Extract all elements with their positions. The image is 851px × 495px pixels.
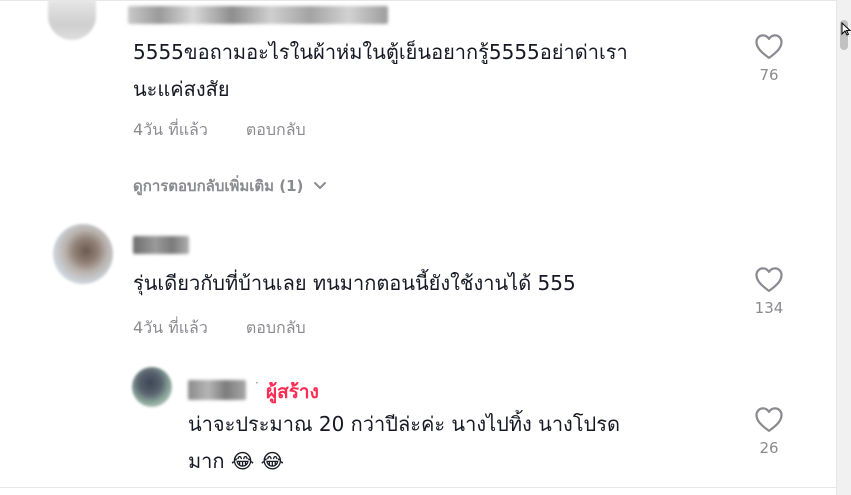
reply-text-line1: น่าจะประมาณ 20 กว่าปีล่ะค่ะ นางไปทิ้ง นา… — [188, 412, 620, 436]
chevron-down-icon — [314, 182, 327, 189]
heart-outline-icon[interactable] — [754, 32, 784, 60]
comment-2-time: 4วัน ที่แล้ว — [133, 318, 208, 337]
comment-1-avatar[interactable] — [48, 0, 96, 40]
reply-text-line2: มาก 😂 😂 — [188, 449, 284, 473]
view-more-replies-button[interactable]: ดูการตอบกลับเพิ่มเติม (1) — [133, 174, 327, 198]
heart-outline-icon[interactable] — [754, 405, 784, 433]
comment-2-like: 134 — [739, 265, 799, 317]
comment-1-text: 5555ขอถามอะไรในผ้าห่มในตู้เย็นอยากรู้555… — [133, 34, 628, 108]
reply-avatar[interactable] — [132, 367, 172, 407]
comment-1-reply-button[interactable]: ตอบกลับ — [246, 118, 306, 143]
heart-outline-icon[interactable] — [754, 265, 784, 293]
comment-2-reply-button[interactable]: ตอบกลับ — [246, 316, 306, 341]
reply-username-blurred[interactable] — [188, 380, 246, 400]
comment-2-text: รุ่นเดียวกับที่บ้านเลย ทนมากตอนนี้ยังใช้… — [133, 265, 576, 302]
comment-2-avatar[interactable] — [53, 224, 113, 284]
comment-1-text-line1: 5555ขอถามอะไรในผ้าห่มในตู้เย็นอยากรู้555… — [133, 40, 628, 64]
reply-username-separator: · — [255, 376, 259, 390]
comment-2-meta: 4วัน ที่แล้ว ตอบกลับ — [133, 316, 306, 341]
bottom-divider — [0, 487, 837, 488]
comment-2-username-blurred[interactable] — [133, 236, 189, 254]
top-divider — [0, 0, 837, 1]
view-more-replies-label: ดูการตอบกลับเพิ่มเติม (1) — [133, 177, 304, 195]
comment-1-time: 4วัน ที่แล้ว — [133, 120, 208, 139]
creator-badge: ผู้สร้าง — [266, 381, 319, 403]
reply-text: น่าจะประมาณ 20 กว่าปีล่ะค่ะ นางไปทิ้ง นา… — [188, 406, 620, 480]
reply-like-count: 26 — [759, 439, 779, 457]
comment-2-text-line1: รุ่นเดียวกับที่บ้านเลย ทนมากตอนนี้ยังใช้… — [133, 271, 576, 295]
comment-1-text-line2: นะแค่สงสัย — [133, 77, 230, 101]
mouse-cursor-icon — [841, 22, 851, 36]
scrollbar-track[interactable] — [836, 0, 851, 495]
comment-1-username-blurred[interactable] — [128, 6, 388, 24]
reply-like: 26 — [739, 405, 799, 457]
comment-1-meta: 4วัน ที่แล้ว ตอบกลับ — [133, 118, 306, 143]
comment-2-like-count: 134 — [754, 299, 784, 317]
comment-1-like: 76 — [739, 32, 799, 84]
comment-1-like-count: 76 — [759, 66, 779, 84]
